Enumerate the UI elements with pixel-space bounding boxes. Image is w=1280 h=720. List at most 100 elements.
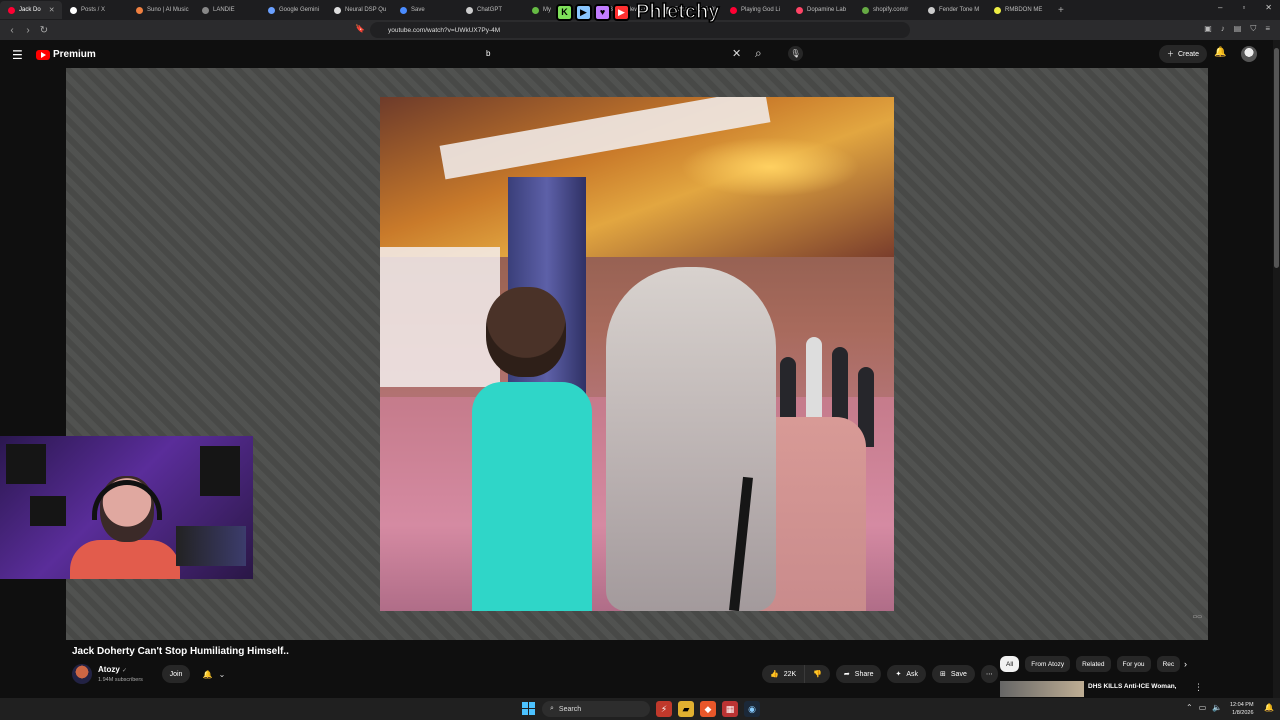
video-person-boy [472, 287, 592, 611]
app-icon-lightning[interactable]: ⚡ [656, 701, 672, 717]
url-field[interactable]: youtube.com/watch?v=UWkUX7Py-4M [370, 22, 910, 38]
chip-for-you[interactable]: For you [1116, 656, 1151, 672]
volume-icon[interactable]: 🔈 [1212, 703, 1222, 712]
browser-tab[interactable]: Google Gemini [260, 1, 326, 19]
taskbar-search[interactable]: ⌕ Search [542, 701, 650, 717]
brand-k-icon: K [556, 3, 573, 21]
browser-tab[interactable]: RMBDON ME [986, 1, 1052, 19]
more-actions-button[interactable]: ⋯ [980, 665, 998, 683]
notifications-bell-icon[interactable]: 🔔 [1214, 47, 1226, 58]
new-tab-button[interactable]: + [1058, 5, 1064, 16]
browser-tab[interactable]: Save [392, 1, 458, 19]
tab-favicon-icon [334, 6, 341, 14]
close-tab-icon[interactable]: ✕ [49, 6, 55, 14]
tab-label: Fender Tone M [939, 7, 980, 13]
tab-favicon-icon [862, 6, 869, 14]
video-actions: 👍 22K 👎 ➦ Share ✦ Ask ⊞ Save ⋯ [762, 665, 998, 683]
tab-label: Dopamine Lab [807, 7, 847, 13]
microphone-icon[interactable]: 🎙 [788, 46, 803, 61]
browser-tab[interactable]: Suno | AI Music [128, 1, 194, 19]
reload-icon[interactable]: ↻ [36, 25, 52, 36]
tab-label: Playing God Li [741, 7, 781, 13]
thumbs-down-icon: 👎 [813, 671, 822, 678]
plus-icon: ＋ [1167, 51, 1174, 58]
recommended-title[interactable]: DHS KILLS Anti-ICE Woman, [1088, 683, 1176, 690]
share-button[interactable]: ➦ Share [835, 665, 882, 683]
thumbs-up-icon: 👍 [770, 671, 779, 678]
create-label: Create [1178, 50, 1200, 58]
shield-icon[interactable]: ⛉ [1250, 24, 1256, 34]
clear-search-icon[interactable]: ✕ [732, 47, 741, 60]
maximize-button[interactable]: ▫ [1242, 3, 1245, 12]
recommended-thumbnail[interactable] [1000, 681, 1084, 697]
account-avatar[interactable] [1241, 46, 1257, 62]
back-icon[interactable]: ‹ [4, 25, 20, 36]
app-icon-calendar[interactable]: ▦ [722, 701, 738, 717]
tab-favicon-icon [796, 6, 803, 14]
create-button[interactable]: ＋ Create [1159, 45, 1208, 63]
youtube-header: ☰ Premium b ✕ ⌕ 🎙 ＋ Create 🔔 [0, 40, 1280, 68]
taskbar-clock[interactable]: 12:04 PM 1/8/2026 [1230, 701, 1254, 717]
channel-avatar[interactable] [72, 664, 92, 684]
chip-all[interactable]: All [1000, 656, 1020, 672]
extension-icon[interactable]: ▣ [1204, 24, 1212, 34]
network-icon[interactable]: ▭ [1199, 703, 1207, 712]
youtube-logo[interactable]: Premium [36, 49, 96, 60]
file-explorer-icon[interactable]: ▰ [678, 701, 694, 717]
tab-favicon-icon [70, 6, 77, 14]
streamer [70, 476, 180, 579]
brave-browser-icon[interactable]: ◆ [700, 701, 716, 717]
ask-button[interactable]: ✦ Ask [887, 665, 927, 683]
notification-center-icon[interactable]: 🔔 [1264, 703, 1274, 712]
tab-label: Suno | AI Music [147, 7, 189, 13]
minimize-button[interactable]: – [1218, 3, 1222, 12]
youtube-logo-text: Premium [53, 49, 96, 60]
browser-tab[interactable]: shopify.com/r [854, 1, 920, 19]
tab-label: Save [411, 7, 425, 13]
menu-icon[interactable]: ≡ [1265, 24, 1270, 34]
browser-tab[interactable]: Neural DSP Qu [326, 1, 392, 19]
chevron-right-icon[interactable]: › [1184, 659, 1187, 669]
browser-tab[interactable]: Jack Do ✕ [0, 1, 62, 19]
chip-related[interactable]: Related [1076, 656, 1111, 672]
steam-icon[interactable]: ◉ [744, 701, 760, 717]
extension-toolbar: ▣ ♪ ▤ ⛉ ≡ [1204, 24, 1270, 34]
channel-name[interactable]: Atozy ✓ [98, 665, 127, 674]
scrollbar-thumb[interactable] [1274, 48, 1279, 268]
bookmark-icon[interactable]: 🔖 [355, 24, 365, 33]
tab-favicon-icon [400, 6, 407, 14]
music-icon[interactable]: ♪ [1221, 24, 1225, 34]
subscription-bell-button[interactable]: 🔔 ⌄ [196, 665, 232, 683]
browser-tab[interactable]: ChatGPT [458, 1, 524, 19]
browser-tab[interactable]: Playing God Li [722, 1, 788, 19]
more-vertical-icon[interactable]: ⋮ [1194, 682, 1203, 693]
save-label: Save [950, 670, 967, 678]
forward-icon[interactable]: › [20, 25, 36, 36]
recommended-video[interactable]: DHS KILLS Anti-ICE Woman, ⋮ [1000, 681, 1203, 697]
page-scrollbar[interactable] [1273, 40, 1280, 700]
close-window-button[interactable]: ✕ [1265, 3, 1272, 12]
browser-tab[interactable]: LANDIE [194, 1, 260, 19]
system-tray: ⌃ ▭ 🔈 [1186, 703, 1222, 712]
chevron-up-icon[interactable]: ⌃ [1186, 703, 1193, 712]
save-button[interactable]: ⊞ Save [932, 665, 975, 683]
dislike-button[interactable]: 👎 [805, 665, 830, 683]
hamburger-menu-icon[interactable]: ☰ [12, 48, 23, 62]
join-button[interactable]: Join [162, 665, 190, 683]
sidebar-icon[interactable]: ▤ [1234, 24, 1242, 34]
like-button[interactable]: 👍 22K [762, 665, 806, 683]
chip-from-atozy[interactable]: From Atozy [1025, 656, 1071, 672]
chip-rec[interactable]: Rec [1156, 656, 1181, 672]
tab-list: Jack Do ✕ Posts / X Suno | AI Music LANDIE Go… [0, 1, 1052, 19]
video-frame[interactable] [380, 97, 894, 611]
search-input[interactable]: b ✕ ⌕ [472, 45, 774, 64]
search-query: b [486, 49, 491, 58]
browser-tab[interactable]: Fender Tone M [920, 1, 986, 19]
search-icon[interactable]: ⌕ [755, 46, 762, 61]
browser-tab[interactable]: Posts / X [62, 1, 128, 19]
browser-tab[interactable]: Dopamine Lab [788, 1, 854, 19]
tab-favicon-icon [994, 6, 1001, 14]
clock-time: 12:04 PM [1230, 702, 1254, 708]
taskbar-apps: ⚡ ▰ ◆ ▦ ◉ [656, 701, 760, 717]
windows-start-icon[interactable] [522, 702, 535, 715]
